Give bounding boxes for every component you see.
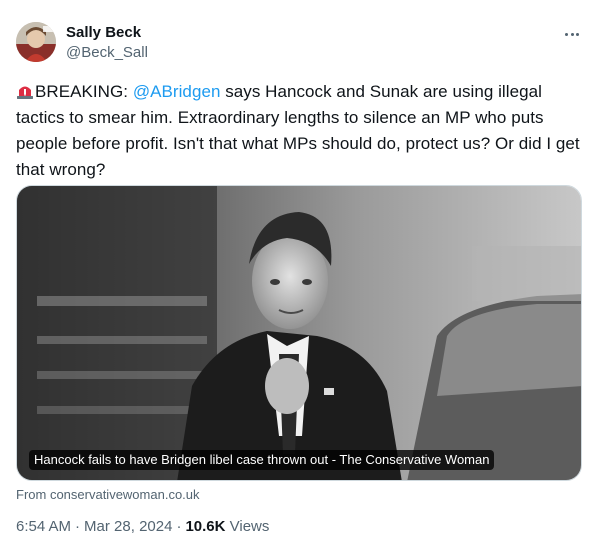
link-card[interactable]: Hancock fails to have Bridgen libel case… <box>16 185 582 481</box>
card-photo <box>17 186 581 480</box>
card-source-link[interactable]: From conservativewoman.co.uk <box>16 487 200 502</box>
mention-link[interactable]: @ABridgen <box>133 82 221 101</box>
author-name[interactable]: Sally Beck <box>66 24 141 41</box>
rotating-light-siren-icon <box>17 86 33 99</box>
tweet-time[interactable]: 6:54 AM <box>16 518 71 535</box>
author-handle[interactable]: @Beck_Sall <box>66 44 148 61</box>
meta-separator: · <box>75 518 81 535</box>
tweet-date[interactable]: Mar 28, 2024 <box>84 518 172 535</box>
tweet-text: BREAKING: @ABridgen says Hancock and Sun… <box>16 79 586 183</box>
more-horizontal-icon-dot <box>575 32 579 36</box>
tweet-meta: 6:54 AM · Mar 28, 2024 · 10.6K Views <box>16 518 269 535</box>
tweet-text-prefix: BREAKING: <box>35 82 133 101</box>
card-caption: Hancock fails to have Bridgen libel case… <box>29 450 495 470</box>
tweet: Sally Beck @Beck_Sall BREAKING: @ABridge… <box>0 0 609 548</box>
avatar[interactable] <box>16 22 56 62</box>
more-horizontal-icon-dot <box>570 32 574 36</box>
avatar-image <box>16 22 56 62</box>
views-count: 10.6K <box>185 518 226 535</box>
more-horizontal-icon <box>565 32 569 36</box>
views-label: Views <box>229 518 270 535</box>
more-options-button[interactable] <box>560 24 584 44</box>
meta-separator: · <box>176 518 182 535</box>
